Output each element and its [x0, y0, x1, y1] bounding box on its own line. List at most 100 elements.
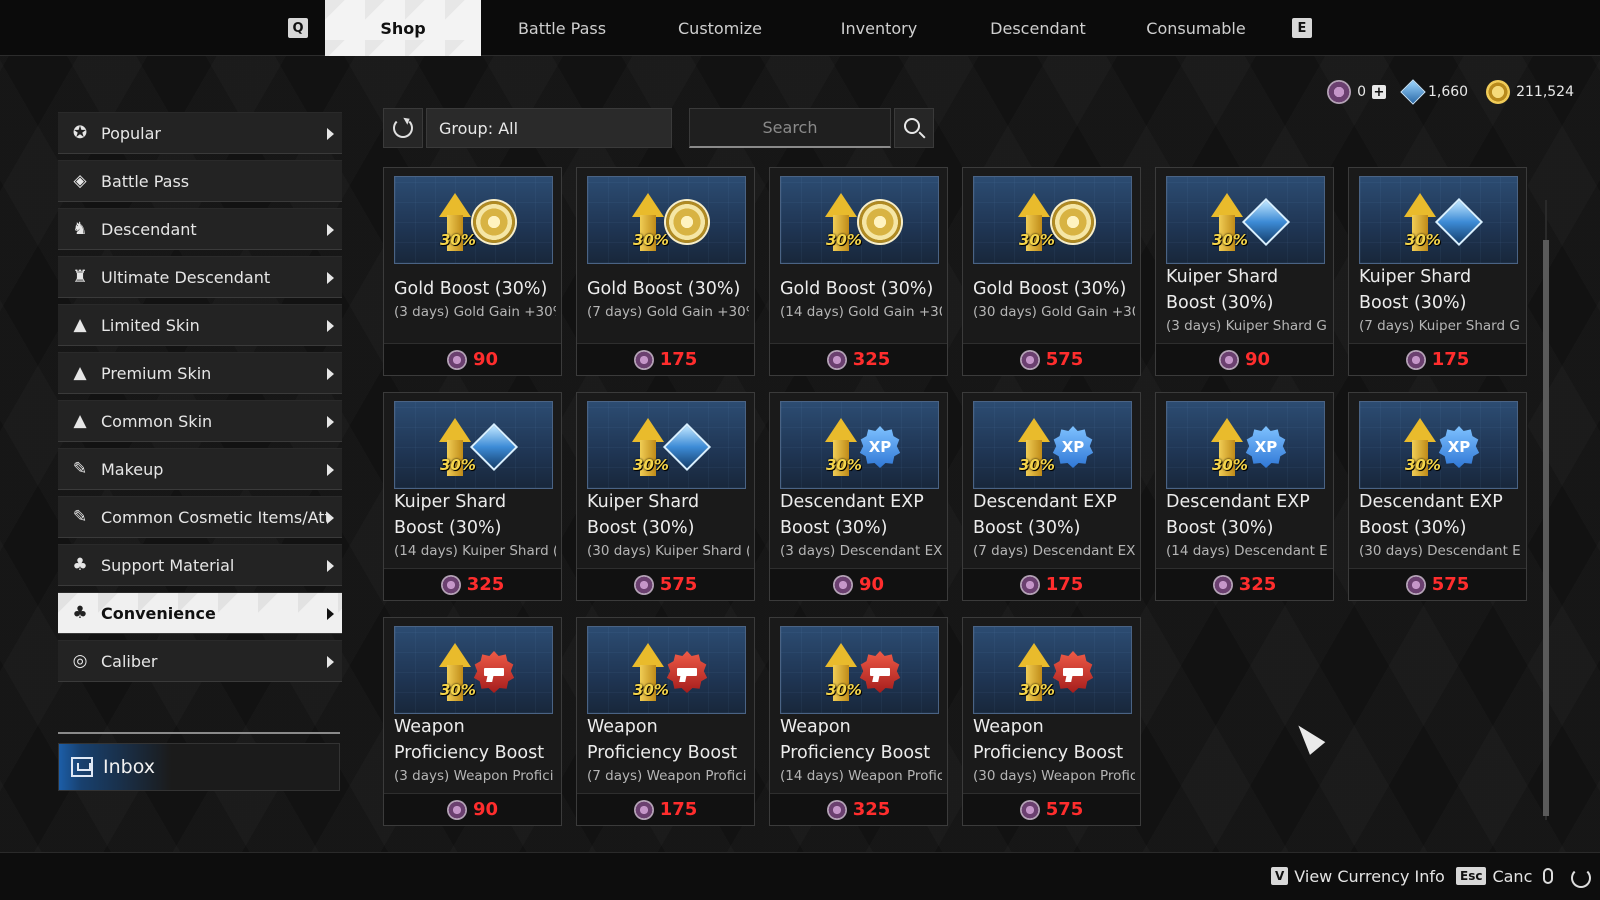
shop-item-card[interactable]: 30% Gold Boost (30%) (14 days) Gold Gain +… [769, 167, 948, 376]
shop-item-card[interactable]: 30% Kuiper Shard Boost (30%) (14 days) Kui… [383, 392, 562, 601]
weapon-icon [859, 651, 901, 693]
shirt-icon: ▲ [73, 411, 87, 431]
caliber-coin-icon [826, 349, 847, 370]
sidebar-item-caliber[interactable]: ◎ Caliber [58, 640, 342, 682]
shop-item-card[interactable]: 30% Gold Boost (30%) (7 days) Gold Gain +3… [576, 167, 755, 376]
price-value: 325 [852, 349, 891, 370]
item-title: Weapon Proficiency Boost [587, 717, 738, 763]
caliber-coin-icon [1019, 349, 1040, 370]
shop-item-card[interactable]: 30% Kuiper Shard Boost (30%) (30 days) Kui… [576, 392, 755, 601]
caliber-icon: ◎ [72, 651, 88, 671]
sidebar-item-ultimate-descendant[interactable]: ♜ Ultimate Descendant [58, 256, 342, 298]
sidebar-item-popular[interactable]: ✪ Popular [58, 112, 342, 154]
shop-item-card[interactable]: 30% Weapon Proficiency Boost (3 days) Weap… [383, 617, 562, 826]
category-sidebar: ✪ Popular ◈ Battle Pass ♞ Descendant ♜ Ultimate… [58, 112, 342, 688]
sidebar-item-makeup[interactable]: ✎ Makeup [58, 448, 342, 490]
item-thumbnail: 30% XP [1359, 401, 1518, 489]
item-title: Gold Boost (30%) [394, 279, 548, 299]
gold-coin-icon [859, 201, 901, 243]
sidebar-item-label: Battle Pass [101, 171, 190, 191]
item-price: 325 [770, 793, 947, 825]
tab-customize[interactable]: Customize [642, 0, 798, 56]
item-price: 90 [770, 568, 947, 600]
sidebar-item-label: Common Skin [101, 411, 213, 431]
item-thumbnail: 30% XP [1166, 401, 1325, 489]
shop-item-card[interactable]: 30% Weapon Proficiency Boost (7 days) Weap… [576, 617, 755, 826]
shop-item-card[interactable]: 30% Kuiper Shard Boost (30%) (3 days) Kuip… [1155, 167, 1334, 376]
sidebar-item-label: Common Cosmetic Items/Atta [101, 507, 327, 527]
item-description: (3 days) Gold Gain +30% [394, 304, 556, 320]
caliber-coin-icon [1327, 80, 1352, 104]
caliber-coin-icon [1218, 349, 1239, 370]
shop-item-card[interactable]: 30% Weapon Proficiency Boost (14 days) Wea… [769, 617, 948, 826]
item-price: 175 [1349, 343, 1526, 375]
chevron-right-icon [327, 224, 334, 236]
sidebar-item-descendant[interactable]: ♞ Descendant [58, 208, 342, 250]
boost-percent-label: 30% [440, 456, 476, 474]
chevron-right-icon [327, 128, 334, 140]
item-price: 90 [1156, 343, 1333, 375]
price-value: 90 [472, 349, 499, 370]
shop-item-card[interactable]: 30% XP Descendant EXP Boost (30%) (3 days) … [769, 392, 948, 601]
inbox-icon [71, 757, 93, 777]
shop-item-card[interactable]: 30% Gold Boost (30%) (3 days) Gold Gain +3… [383, 167, 562, 376]
inbox-button[interactable]: Inbox [58, 743, 340, 791]
tab-battle-pass[interactable]: Battle Pass [484, 0, 640, 56]
search-input[interactable] [689, 108, 891, 148]
view-currency-info-button[interactable]: V View Currency Info [1271, 864, 1445, 888]
shop-item-card[interactable]: 30% Kuiper Shard Boost (30%) (7 days) Kuip… [1348, 167, 1527, 376]
sidebar-item-support-material[interactable]: ♣ Support Material [58, 544, 342, 586]
shop-item-card[interactable]: 30% XP Descendant EXP Boost (30%) (14 days)… [1155, 392, 1334, 601]
sidebar-item-common-cosmetic-items-atta[interactable]: ✎ Common Cosmetic Items/Atta [58, 496, 342, 538]
item-price: 175 [963, 568, 1140, 600]
search-button[interactable] [894, 108, 934, 148]
boost-percent-label: 30% [633, 231, 669, 249]
item-grid: 30% Gold Boost (30%) (3 days) Gold Gain +3… [383, 167, 1527, 826]
item-description: (30 days) Descendant E) [1359, 543, 1521, 559]
chevron-right-icon [327, 656, 334, 668]
search-icon [904, 118, 920, 134]
scrollbar-thumb[interactable] [1543, 240, 1549, 816]
price-value: 575 [1045, 349, 1084, 370]
boost-percent-label: 30% [633, 681, 669, 699]
item-thumbnail: 30% [780, 176, 939, 264]
item-price: 575 [1349, 568, 1526, 600]
sidebar-item-common-skin[interactable]: ▲ Common Skin [58, 400, 342, 442]
tab-inventory[interactable]: Inventory [801, 0, 957, 56]
tab-consumable[interactable]: Consumable [1118, 0, 1274, 56]
sidebar-item-limited-skin[interactable]: ▲ Limited Skin [58, 304, 342, 346]
tab-descendant[interactable]: Descendant [960, 0, 1116, 56]
gold-currency: 211,524 [1486, 80, 1574, 104]
shop-item-card[interactable]: 30% XP Descendant EXP Boost (30%) (30 days)… [1348, 392, 1527, 601]
shop-item-card[interactable]: 30% Weapon Proficiency Boost (30 days) Wea… [962, 617, 1141, 826]
caliber-coin-icon [826, 799, 847, 820]
item-price: 90 [384, 793, 561, 825]
refresh-button[interactable] [383, 108, 423, 148]
item-thumbnail: 30% [394, 176, 553, 264]
sidebar-item-battle-pass[interactable]: ◈ Battle Pass [58, 160, 342, 202]
kuiper-shard-icon [469, 422, 519, 472]
caliber-currency[interactable]: 0 + [1327, 80, 1386, 104]
item-description: (3 days) Descendant EXI [780, 543, 942, 559]
price-value: 90 [472, 799, 499, 820]
shop-item-card[interactable]: 30% XP Descendant EXP Boost (30%) (7 days) … [962, 392, 1141, 601]
chevron-right-icon [327, 368, 334, 380]
sidebar-item-convenience[interactable]: ♣ Convenience [58, 592, 342, 634]
price-value: 325 [852, 799, 891, 820]
add-caliber-icon[interactable]: + [1372, 85, 1386, 100]
tab-shop[interactable]: Shop [325, 0, 481, 56]
sidebar-item-label: Caliber [101, 651, 158, 671]
caliber-coin-icon [446, 349, 467, 370]
gold-amount: 211,524 [1516, 84, 1574, 100]
gold-coin-icon [1052, 201, 1094, 243]
item-title: Kuiper Shard Boost (30%) [1166, 267, 1279, 313]
sidebar-item-premium-skin[interactable]: ▲ Premium Skin [58, 352, 342, 394]
shirt-icon: ▲ [73, 363, 87, 383]
microphone-icon[interactable] [1543, 868, 1553, 884]
kuiper-shard-currency: 1,660 [1400, 79, 1468, 105]
shop-item-card[interactable]: 30% Gold Boost (30%) (30 days) Gold Gain +… [962, 167, 1141, 376]
kuiper-shard-icon [662, 422, 712, 472]
cancel-button[interactable]: Esc Cance [1456, 864, 1532, 888]
group-filter-dropdown[interactable]: Group: All [426, 108, 672, 148]
currency-display: 0 + 1,660 211,524 [1327, 79, 1574, 105]
